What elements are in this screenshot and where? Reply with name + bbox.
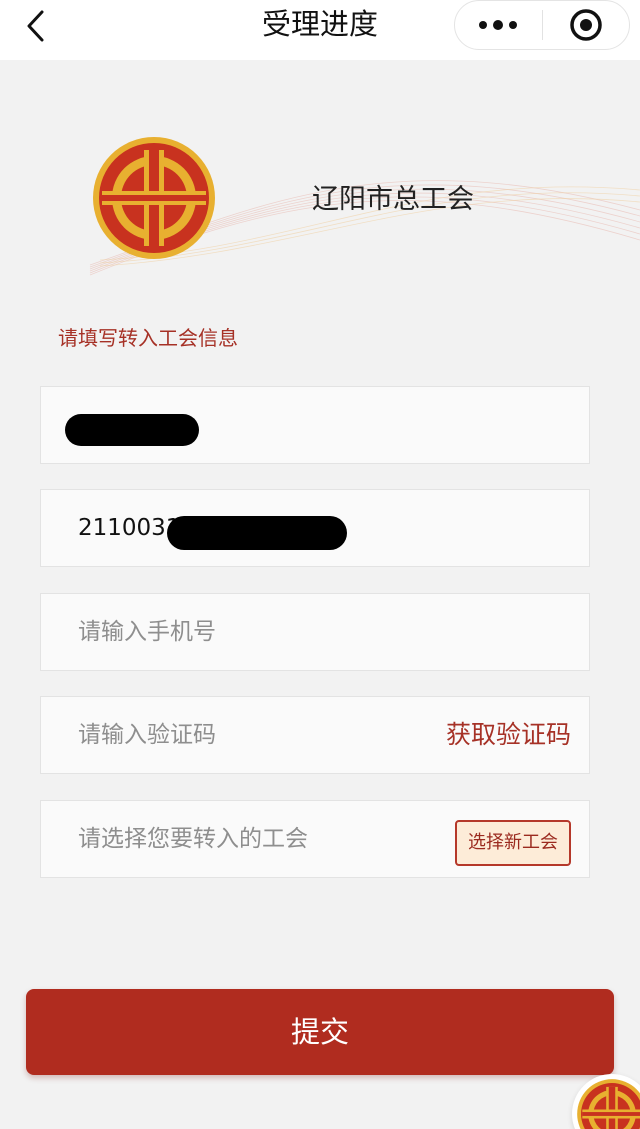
phone-field[interactable]: 请输入手机号 — [40, 593, 590, 671]
id-number-field[interactable]: 2110031 — [40, 489, 590, 567]
id-number-value: 2110031 — [78, 515, 181, 541]
choose-new-union-button[interactable]: 选择新工会 — [455, 820, 571, 866]
more-dots-icon — [479, 20, 518, 30]
get-code-button[interactable]: 获取验证码 — [446, 697, 571, 773]
union-placeholder: 请选择您要转入的工会 — [78, 826, 308, 852]
mini-program-capsule — [454, 0, 630, 50]
target-circle-icon — [570, 9, 602, 41]
submit-button[interactable]: 提交 — [26, 989, 614, 1075]
more-button[interactable] — [455, 1, 542, 49]
top-navbar: 受理进度 — [0, 0, 640, 60]
name-field[interactable] — [40, 386, 590, 464]
header-banner: 辽阳市总工会 — [0, 60, 640, 300]
organization-name: 辽阳市总工会 — [312, 184, 474, 215]
close-button[interactable] — [543, 1, 630, 49]
redaction-mark — [167, 516, 347, 550]
union-emblem-icon — [93, 137, 215, 259]
union-emblem-icon — [577, 1079, 640, 1129]
verification-code-field[interactable]: 请输入验证码 获取验证码 — [40, 696, 590, 774]
redaction-mark — [65, 414, 199, 446]
phone-placeholder: 请输入手机号 — [78, 619, 216, 645]
form-section-label: 请填写转入工会信息 — [58, 326, 238, 350]
union-select-field[interactable]: 请选择您要转入的工会 选择新工会 — [40, 800, 590, 878]
code-placeholder: 请输入验证码 — [78, 722, 216, 748]
floating-emblem-button[interactable] — [572, 1074, 640, 1129]
